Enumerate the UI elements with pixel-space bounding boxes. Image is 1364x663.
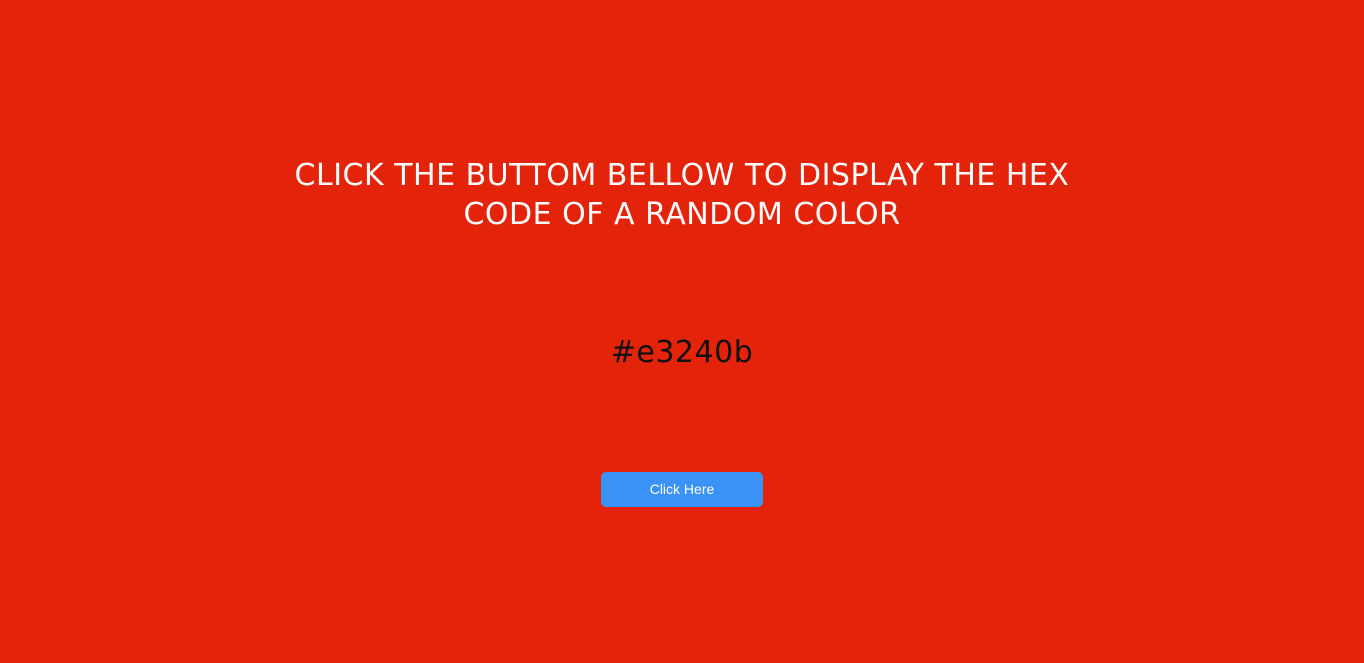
instruction-line-2: CODE OF A RANDOM COLOR <box>463 197 901 232</box>
instruction-line-1: CLICK THE BUTTOM BELLOW TO DISPLAY THE H… <box>294 158 1070 193</box>
click-here-button[interactable]: Click Here <box>601 472 763 507</box>
hex-code-display: #e3240b <box>610 335 754 370</box>
page-canvas: CLICK THE BUTTOM BELLOW TO DISPLAY THE H… <box>0 0 1364 663</box>
instruction-heading: CLICK THE BUTTOM BELLOW TO DISPLAY THE H… <box>232 156 1132 234</box>
